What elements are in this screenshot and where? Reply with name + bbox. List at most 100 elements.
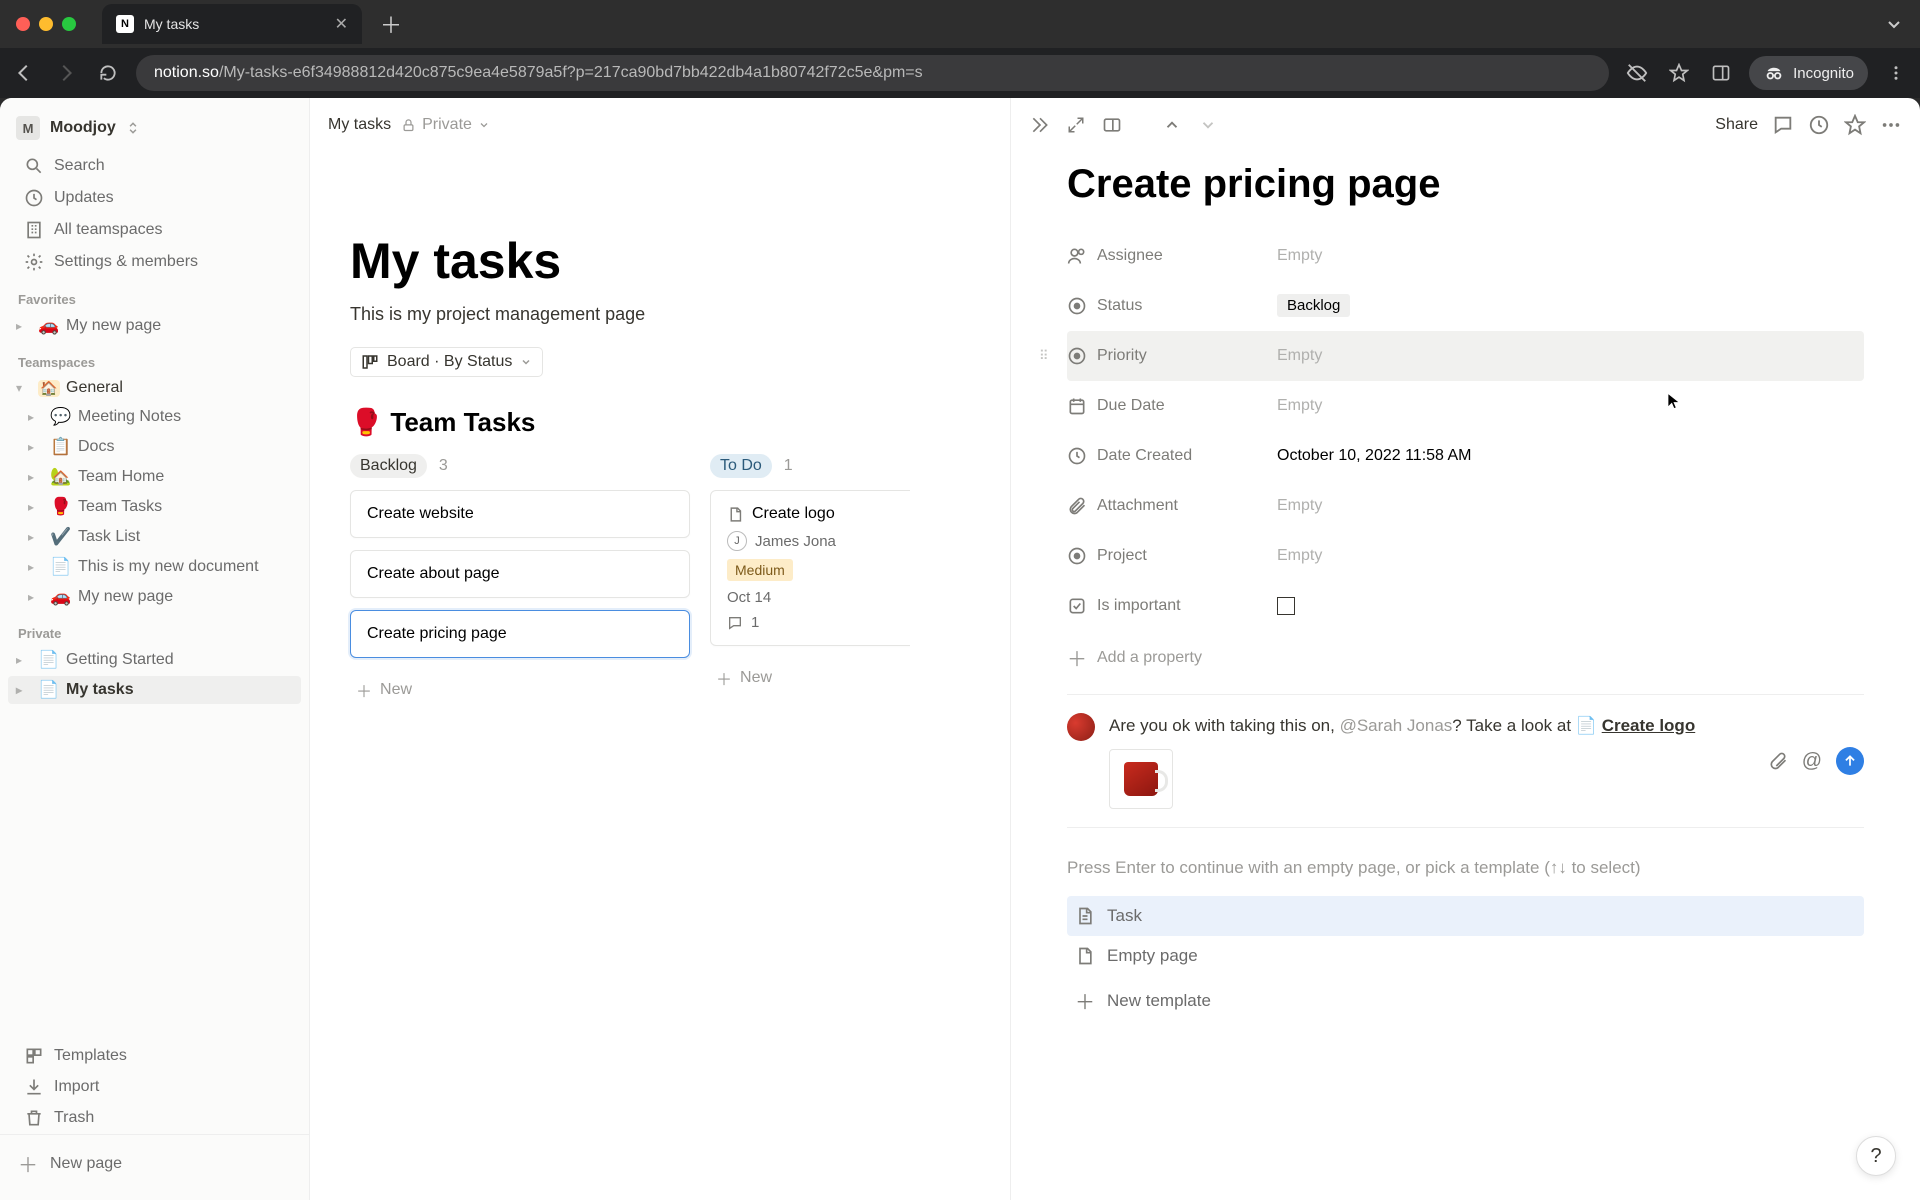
more-icon[interactable]	[1880, 114, 1902, 136]
template-task[interactable]: Task	[1067, 896, 1864, 936]
breadcrumb[interactable]: My tasks Private	[328, 116, 490, 134]
back-button[interactable]	[10, 59, 38, 87]
linked-db-header[interactable]: 🥊 Team Tasks	[350, 407, 982, 438]
comment-composer[interactable]: Are you ok with taking this on, @Sarah J…	[1067, 694, 1864, 828]
eye-off-icon[interactable]	[1623, 59, 1651, 87]
send-button[interactable]	[1836, 747, 1864, 775]
private-page-active[interactable]: ▸📄My tasks	[8, 676, 301, 704]
add-property-button[interactable]: ＋ Add a property	[1067, 631, 1864, 684]
bookmark-star-icon[interactable]	[1665, 59, 1693, 87]
prop-value[interactable]: Empty	[1277, 247, 1864, 265]
chevron-right-icon[interactable]: ▸	[28, 440, 44, 454]
attach-icon[interactable]	[1768, 751, 1788, 771]
comments-icon[interactable]	[1772, 114, 1794, 136]
drag-handle-icon[interactable]: ⠿	[1039, 348, 1049, 364]
prop-status[interactable]: Status Backlog	[1067, 281, 1864, 331]
chevron-right-icon[interactable]: ▸	[28, 500, 44, 514]
board-card[interactable]: Create logo JJames Jona Medium Oct 14 1	[710, 490, 910, 646]
teamspace-page[interactable]: ▸📄This is my new document	[8, 553, 301, 581]
teamspace-page[interactable]: ▸🏡Team Home	[8, 463, 301, 491]
board-card-selected[interactable]: Create pricing page	[350, 610, 690, 658]
sidebar-item-settings[interactable]: Settings & members	[8, 247, 301, 277]
inline-page-link[interactable]: Create logo	[1602, 716, 1696, 735]
teamspace-page[interactable]: ▸✔️Task List	[8, 523, 301, 551]
workspace-switcher[interactable]: M Moodjoy	[0, 106, 309, 150]
sidebar-import[interactable]: Import	[8, 1072, 301, 1102]
page-subtitle[interactable]: This is my project management page	[350, 304, 982, 325]
prop-is-important[interactable]: Is important	[1067, 581, 1864, 631]
teamspace-general[interactable]: ▾ 🏠 General	[8, 375, 301, 401]
tab-overflow-icon[interactable]	[1886, 16, 1910, 32]
template-empty-page[interactable]: Empty page	[1067, 936, 1864, 976]
peek-title[interactable]: Create pricing page	[1067, 162, 1864, 207]
chevron-right-icon[interactable]: ▸	[16, 319, 32, 333]
new-tab-button[interactable]: ＋	[370, 8, 412, 40]
teamspace-page[interactable]: ▸📋Docs	[8, 433, 301, 461]
reload-button[interactable]	[94, 59, 122, 87]
mention-icon[interactable]: @	[1802, 750, 1822, 773]
mention[interactable]: @Sarah Jonas	[1340, 716, 1453, 735]
template-new[interactable]: ＋ New template	[1067, 976, 1864, 1025]
teamspace-page[interactable]: ▸🚗My new page	[8, 583, 301, 611]
forward-button[interactable]	[52, 59, 80, 87]
privacy-badge[interactable]: Private	[401, 116, 490, 134]
prop-value[interactable]	[1277, 597, 1864, 615]
prop-assignee[interactable]: Assignee Empty	[1067, 231, 1864, 281]
new-page-button[interactable]: ＋ New page	[0, 1134, 309, 1192]
prop-value[interactable]: Empty	[1277, 497, 1864, 515]
board-card[interactable]: Create about page	[350, 550, 690, 598]
prop-value[interactable]: Empty	[1277, 547, 1864, 565]
chevron-right-icon[interactable]: ▸	[28, 560, 44, 574]
sidebar-item-search[interactable]: Search	[8, 151, 301, 181]
sidebar-templates[interactable]: Templates	[8, 1041, 301, 1071]
help-button[interactable]: ?	[1856, 1136, 1896, 1176]
peek-mode-icon[interactable]	[1101, 114, 1123, 136]
new-card-button[interactable]: ＋New	[350, 670, 690, 710]
share-button[interactable]: Share	[1715, 116, 1758, 134]
teamspace-page[interactable]: ▸💬Meeting Notes	[8, 403, 301, 431]
sidebar-item-updates[interactable]: Updates	[8, 183, 301, 213]
prop-priority[interactable]: ⠿ Priority Empty	[1067, 331, 1864, 381]
board-card[interactable]: Create website	[350, 490, 690, 538]
browser-menu-icon[interactable]	[1882, 59, 1910, 87]
sidebar-trash[interactable]: Trash	[8, 1103, 301, 1133]
prop-date-created[interactable]: Date Created October 10, 2022 11:58 AM	[1067, 431, 1864, 481]
favorite-item[interactable]: ▸ 🚗 My new page	[8, 312, 301, 340]
sidebar-item-all-teamspaces[interactable]: All teamspaces	[8, 215, 301, 245]
prop-project[interactable]: Project Empty	[1067, 531, 1864, 581]
chevron-right-icon[interactable]: ▸	[16, 653, 32, 667]
teamspace-page[interactable]: ▸🥊Team Tasks	[8, 493, 301, 521]
prop-attachment[interactable]: Attachment Empty	[1067, 481, 1864, 531]
page-title[interactable]: My tasks	[350, 232, 982, 290]
comment-text[interactable]: Are you ok with taking this on, @Sarah J…	[1109, 713, 1754, 809]
close-peek-icon[interactable]	[1029, 114, 1051, 136]
chevron-right-icon[interactable]: ▸	[28, 590, 44, 604]
chevron-down-icon[interactable]: ▾	[16, 381, 32, 395]
maximize-window-icon[interactable]	[62, 17, 76, 31]
close-tab-icon[interactable]: ✕	[335, 14, 348, 34]
private-page[interactable]: ▸📄Getting Started	[8, 646, 301, 674]
updates-icon[interactable]	[1808, 114, 1830, 136]
browser-tab[interactable]: N My tasks ✕	[102, 4, 362, 44]
chevron-right-icon[interactable]: ▸	[28, 530, 44, 544]
incognito-badge[interactable]: Incognito	[1749, 56, 1868, 90]
column-header[interactable]: Backlog 3	[350, 454, 690, 478]
view-switcher[interactable]: Board · By Status	[350, 347, 543, 377]
prop-value[interactable]: Empty	[1277, 397, 1864, 415]
favorite-icon[interactable]	[1844, 114, 1866, 136]
prev-page-icon[interactable]	[1161, 114, 1183, 136]
comment-attachment[interactable]	[1109, 749, 1173, 809]
prop-value[interactable]: Backlog	[1277, 297, 1864, 315]
prop-value[interactable]: Empty	[1277, 347, 1864, 365]
panel-icon[interactable]	[1707, 59, 1735, 87]
prop-due-date[interactable]: Due Date Empty	[1067, 381, 1864, 431]
url-field[interactable]: notion.so/My-tasks-e6f34988812d420c875c9…	[136, 55, 1609, 91]
minimize-window-icon[interactable]	[39, 17, 53, 31]
expand-icon[interactable]	[1065, 114, 1087, 136]
chevron-right-icon[interactable]: ▸	[28, 410, 44, 424]
chevron-right-icon[interactable]: ▸	[28, 470, 44, 484]
new-card-button[interactable]: ＋New	[710, 658, 910, 698]
column-header[interactable]: To Do 1	[710, 454, 910, 478]
chevron-right-icon[interactable]: ▸	[16, 683, 32, 697]
checkbox-input[interactable]	[1277, 597, 1295, 615]
